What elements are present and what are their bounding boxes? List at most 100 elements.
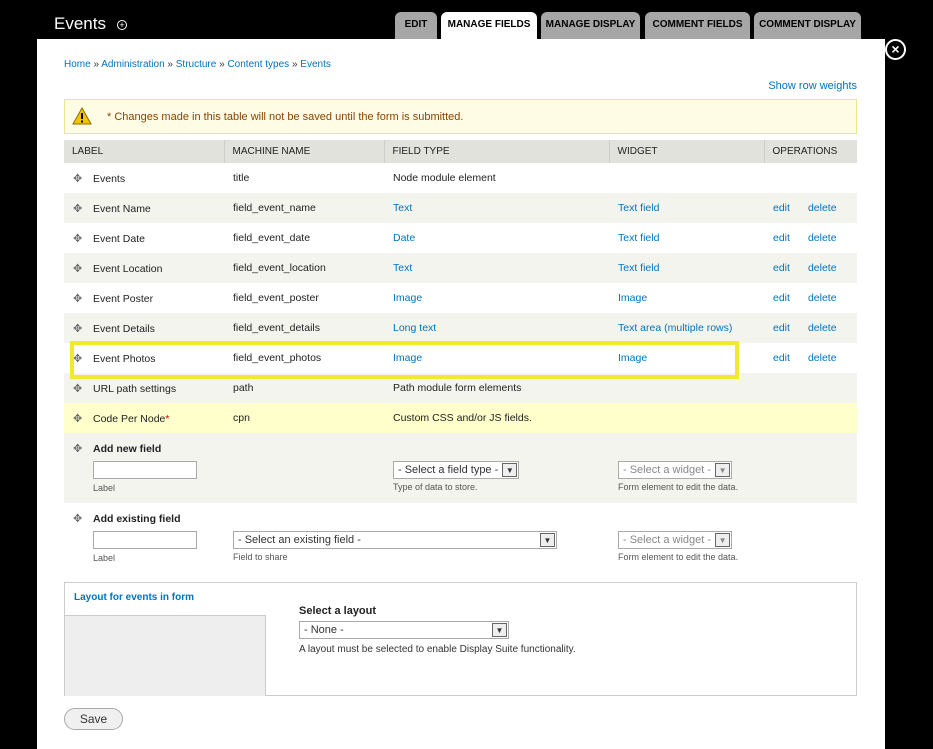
- edit-link[interactable]: edit: [773, 232, 790, 244]
- delete-link[interactable]: delete: [808, 352, 837, 364]
- tab-edit[interactable]: EDIT: [395, 12, 437, 39]
- machine-name: field_event_poster: [224, 283, 384, 313]
- breadcrumb-content-types[interactable]: Content types: [227, 59, 289, 70]
- table-row: ✥ Event Location field_event_location Tex…: [64, 253, 857, 283]
- existing-field-select[interactable]: - Select an existing field - ▼: [233, 531, 557, 549]
- field-type-link[interactable]: Image: [393, 292, 422, 304]
- chevron-down-icon: ▼: [715, 533, 731, 547]
- widget-link[interactable]: Image: [618, 352, 647, 364]
- field-type-link[interactable]: Date: [393, 232, 415, 244]
- operations: [764, 163, 857, 193]
- layout-legend[interactable]: Layout for events in form: [74, 592, 194, 603]
- breadcrumb-separator: »: [219, 59, 225, 70]
- layout-select[interactable]: - None - ▼: [299, 621, 509, 639]
- field-label: URL path settings: [93, 382, 177, 395]
- layout-select-value: - None -: [304, 624, 344, 636]
- close-icon[interactable]: ×: [885, 39, 906, 60]
- layout-description: A layout must be selected to enable Disp…: [299, 644, 576, 655]
- widget-link[interactable]: Image: [618, 292, 647, 304]
- tab-comment-display[interactable]: COMMENT DISPLAY: [754, 12, 861, 39]
- existing-widget-description: Form element to edit the data.: [618, 552, 739, 562]
- field-type: Custom CSS and/or JS fields.: [384, 403, 609, 433]
- field-type-select[interactable]: - Select a field type - ▼: [393, 461, 520, 479]
- top-bar: Events + EDIT MANAGE FIELDS MANAGE DISPL…: [0, 0, 933, 40]
- machine-name: field_event_photos: [224, 343, 384, 373]
- new-widget-select-value: - Select a widget -: [623, 464, 712, 476]
- chevron-down-icon: ▼: [502, 463, 518, 477]
- breadcrumb-separator: »: [167, 59, 173, 70]
- edit-link[interactable]: edit: [773, 322, 790, 334]
- drag-handle-icon[interactable]: ✥: [73, 172, 85, 185]
- drag-handle-icon[interactable]: ✥: [73, 202, 85, 215]
- breadcrumb-separator: »: [93, 59, 100, 70]
- new-field-label-input[interactable]: [93, 461, 197, 479]
- field-type: Node module element: [384, 163, 609, 193]
- table-row: ✥ Event Photos field_event_photos Image I…: [64, 343, 857, 373]
- column-header-machine-name: MACHINE NAME: [224, 140, 385, 163]
- chevron-down-icon: ▼: [540, 533, 555, 547]
- tab-manage-display[interactable]: MANAGE DISPLAY: [541, 12, 640, 39]
- add-new-field-row: ✥ Add new field Label - Select a field ty…: [64, 433, 857, 503]
- field-type-description: Type of data to store.: [393, 482, 478, 492]
- widget-link[interactable]: Text field: [618, 262, 659, 274]
- edit-link[interactable]: edit: [773, 202, 790, 214]
- machine-name: field_event_date: [224, 223, 384, 253]
- delete-link[interactable]: delete: [808, 232, 837, 244]
- drag-handle-icon[interactable]: ✥: [73, 262, 85, 275]
- existing-widget-select-value: - Select a widget -: [623, 534, 712, 546]
- existing-field-description: Field to share: [233, 552, 288, 562]
- field-type-link[interactable]: Text: [393, 202, 412, 214]
- breadcrumb-structure[interactable]: Structure: [176, 59, 217, 70]
- delete-link[interactable]: delete: [808, 262, 837, 274]
- page-title: Events: [54, 14, 106, 33]
- breadcrumb-separator: »: [291, 59, 298, 70]
- drag-handle-icon[interactable]: ✥: [73, 382, 85, 395]
- new-widget-select[interactable]: - Select a widget - ▼: [618, 461, 733, 479]
- breadcrumb-events[interactable]: Events: [300, 59, 331, 70]
- drag-handle-icon[interactable]: ✥: [73, 442, 85, 455]
- chevron-down-icon: ▼: [715, 463, 731, 477]
- field-type-link[interactable]: Image: [393, 352, 422, 364]
- existing-field-label-input[interactable]: [93, 531, 197, 549]
- drag-handle-icon[interactable]: ✥: [73, 292, 85, 305]
- edit-link[interactable]: edit: [773, 292, 790, 304]
- widget-link[interactable]: Text area (multiple rows): [618, 322, 732, 334]
- tab-manage-fields[interactable]: MANAGE FIELDS: [441, 12, 537, 40]
- field-type-link[interactable]: Long text: [393, 322, 436, 334]
- show-row-weights-link[interactable]: Show row weights: [768, 80, 857, 92]
- edit-link[interactable]: edit: [773, 352, 790, 364]
- existing-widget-select[interactable]: - Select a widget - ▼: [618, 531, 733, 549]
- widget-link[interactable]: Text field: [618, 202, 659, 214]
- field-type-link[interactable]: Text: [393, 262, 412, 274]
- field-label: Event Photos: [93, 352, 156, 365]
- warning-message: * Changes made in this table will not be…: [64, 99, 857, 134]
- add-existing-field-row: ✥ Add existing field Label - Select an ex…: [64, 503, 857, 573]
- new-field-label-description: Label: [93, 483, 116, 493]
- drag-handle-icon[interactable]: ✥: [73, 512, 85, 525]
- save-button[interactable]: Save: [64, 708, 123, 730]
- drag-handle-icon[interactable]: ✥: [73, 232, 85, 245]
- table-row: ✥ Code Per Node* cpn Custom CSS and/or JS…: [64, 403, 857, 433]
- delete-link[interactable]: delete: [808, 202, 837, 214]
- widget: [609, 403, 764, 433]
- breadcrumb-home[interactable]: Home: [64, 59, 91, 70]
- drag-handle-icon[interactable]: ✥: [73, 412, 85, 425]
- breadcrumb: Home » Administration » Structure » Cont…: [64, 59, 331, 70]
- layout-fieldset: Layout for events in form Select a layou…: [64, 582, 857, 696]
- drag-handle-icon[interactable]: ✥: [73, 322, 85, 335]
- drag-handle-icon[interactable]: ✥: [73, 352, 85, 365]
- tab-comment-fields[interactable]: COMMENT FIELDS: [645, 12, 750, 39]
- fields-table: LABEL MACHINE NAME FIELD TYPE WIDGET OPE…: [64, 140, 857, 573]
- machine-name: path: [224, 373, 384, 403]
- widget-link[interactable]: Text field: [618, 232, 659, 244]
- edit-link[interactable]: edit: [773, 262, 790, 274]
- existing-field-label-description: Label: [93, 553, 116, 563]
- layout-preview: [65, 615, 266, 696]
- delete-link[interactable]: delete: [808, 292, 837, 304]
- add-new-field-title: Add new field: [93, 443, 162, 455]
- field-label: Event Name: [93, 202, 151, 215]
- shortcut-add-icon[interactable]: +: [117, 20, 127, 30]
- delete-link[interactable]: delete: [808, 322, 837, 334]
- table-row: ✥ Event Name field_event_name Text Text f…: [64, 193, 857, 223]
- breadcrumb-administration[interactable]: Administration: [101, 59, 164, 70]
